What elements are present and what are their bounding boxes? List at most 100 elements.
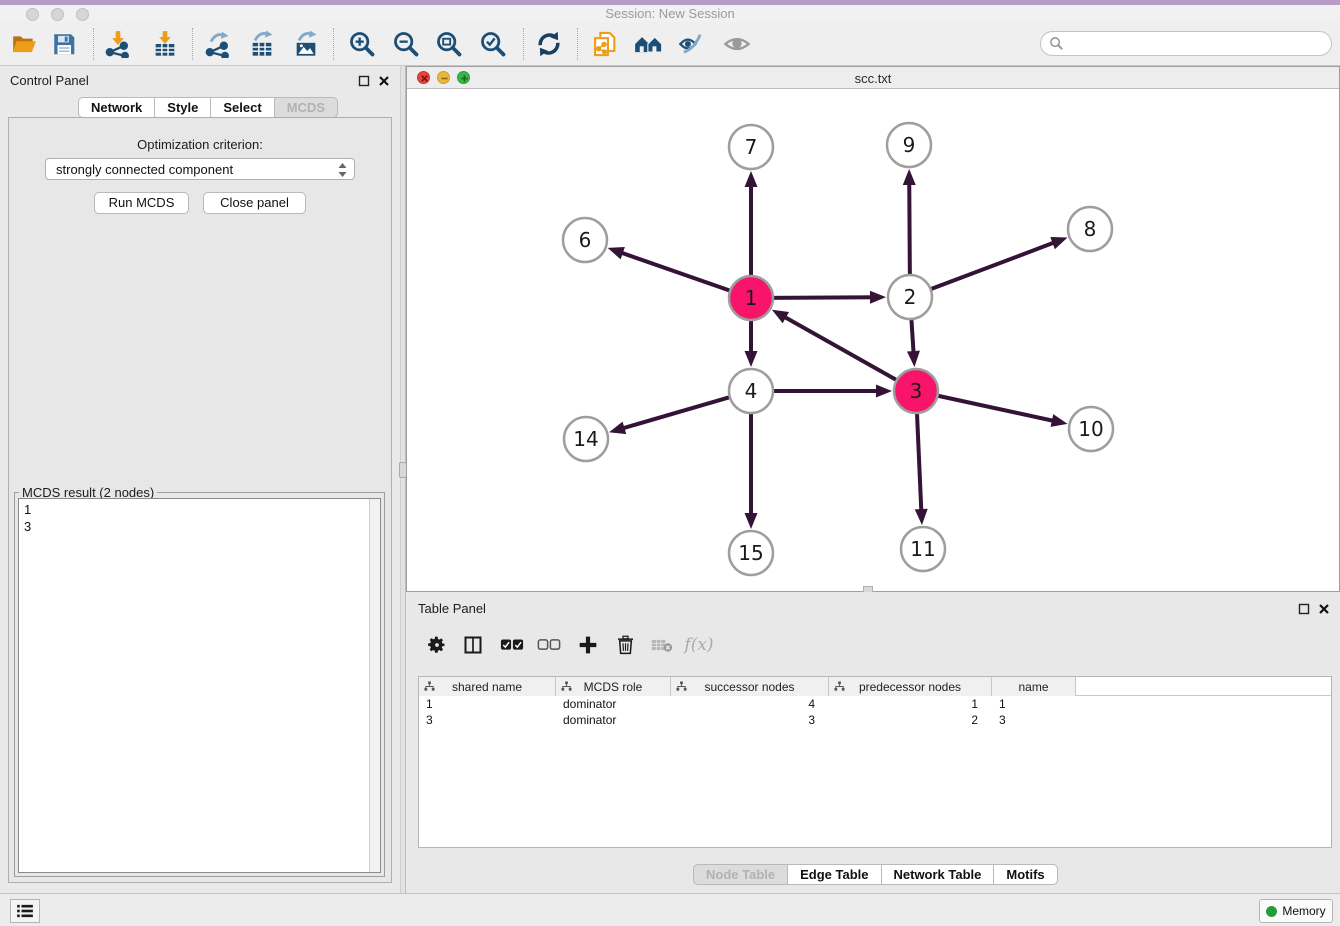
edge-arrowhead — [915, 509, 928, 525]
close-panel-icon[interactable] — [378, 74, 390, 92]
export-image-button[interactable] — [288, 27, 324, 61]
export-table-button[interactable] — [244, 27, 280, 61]
mcds-result-list[interactable]: 13 — [18, 498, 381, 873]
zoom-in-button[interactable] — [344, 27, 380, 61]
delete-column-button[interactable] — [608, 628, 642, 662]
column-header-label: name — [1018, 680, 1048, 694]
select-stepper-icon — [337, 162, 348, 181]
tab-style[interactable]: Style — [154, 97, 211, 118]
edge-arrowhead — [608, 247, 625, 259]
edge-arrowhead — [1051, 414, 1068, 427]
column-header-name[interactable]: name — [992, 677, 1076, 696]
zoom-out-icon — [392, 30, 420, 58]
mcds-result-scrollbar[interactable] — [369, 499, 380, 872]
export-network-button[interactable] — [200, 27, 236, 61]
close-table-panel-icon[interactable] — [1318, 602, 1330, 620]
export-table-icon — [248, 30, 276, 58]
optimization-criterion-select[interactable]: strongly connected component — [45, 158, 355, 180]
tab-mcds[interactable]: MCDS — [274, 97, 338, 118]
network-canvas[interactable]: 7968124314101511 — [407, 89, 1339, 591]
tab-select[interactable]: Select — [210, 97, 274, 118]
graph-node-label: 4 — [745, 379, 758, 403]
import-table-button[interactable] — [147, 27, 183, 61]
houses-icon — [634, 30, 664, 58]
close-panel-button[interactable]: Close panel — [203, 192, 306, 214]
edge-3-10[interactable] — [936, 395, 1059, 422]
run-mcds-button[interactable]: Run MCDS — [94, 192, 189, 214]
edge-1-2[interactable] — [771, 297, 877, 298]
float-panel-icon[interactable] — [358, 74, 370, 92]
zoom-out-button[interactable] — [388, 27, 424, 61]
tab-edge-table[interactable]: Edge Table — [787, 864, 881, 885]
table-cell: dominator — [556, 696, 671, 712]
zoom-selected-button[interactable] — [475, 27, 511, 61]
add-column-button[interactable] — [571, 628, 605, 662]
delete-table-button — [645, 628, 679, 662]
plus-icon — [578, 635, 598, 655]
edge-2-8[interactable] — [929, 241, 1059, 290]
edge-3-11[interactable] — [917, 411, 922, 516]
table-row[interactable]: 1dominator411 — [419, 696, 1331, 712]
edge-2-9[interactable] — [909, 178, 910, 277]
table-settings-button[interactable] — [420, 628, 454, 662]
zoom-selected-icon — [479, 30, 507, 58]
status-bar: Memory — [0, 893, 1340, 926]
tab-node-table[interactable]: Node Table — [693, 864, 788, 885]
memory-button[interactable]: Memory — [1259, 899, 1333, 923]
control-panel-title: Control Panel — [10, 73, 89, 88]
column-header-label: predecessor nodes — [859, 680, 961, 694]
selected-option-label: strongly connected component — [56, 162, 233, 177]
float-table-panel-icon[interactable] — [1298, 602, 1310, 620]
tab-motifs[interactable]: Motifs — [993, 864, 1057, 885]
show-columns-button[interactable] — [456, 628, 490, 662]
trash-icon — [616, 635, 635, 655]
edge-3-1[interactable] — [780, 314, 899, 381]
show-panels-button[interactable] — [10, 899, 40, 923]
gear-icon — [427, 635, 447, 655]
optimization-criterion-label: Optimization criterion: — [0, 137, 400, 152]
column-header-MCDS-role[interactable]: MCDS role — [556, 677, 671, 696]
search-input[interactable] — [1064, 33, 1331, 54]
list-icon — [16, 904, 34, 918]
export-image-icon — [292, 30, 320, 58]
toolbar-separator — [577, 28, 578, 60]
refresh-icon — [535, 30, 563, 58]
clone-network-icon — [591, 30, 619, 58]
show-all-networks-button[interactable] — [631, 27, 667, 61]
zoom-fit-button[interactable] — [431, 27, 467, 61]
save-session-button[interactable] — [46, 27, 82, 61]
table-row[interactable]: 3dominator323 — [419, 712, 1331, 728]
edge-arrowhead — [745, 351, 758, 367]
edge-4-14[interactable] — [618, 397, 732, 430]
refresh-button[interactable] — [531, 27, 567, 61]
mcds-result-item: 3 — [24, 518, 375, 535]
network-window-titlebar: scc.txt — [407, 67, 1339, 89]
toolbar-separator — [93, 28, 94, 60]
edge-1-6[interactable] — [616, 251, 732, 292]
table-cell: 1 — [829, 696, 992, 712]
column-header-label: successor nodes — [704, 680, 794, 694]
edge-arrowhead — [745, 171, 758, 187]
table-cell: 3 — [992, 712, 1076, 728]
memory-label: Memory — [1282, 904, 1325, 918]
column-header-shared-name[interactable]: shared name — [419, 677, 556, 696]
window-title: Session: New Session — [0, 6, 1340, 21]
hide-selected-button[interactable] — [674, 27, 710, 61]
control-panel-tabs: NetworkStyleSelectMCDS — [78, 97, 338, 118]
search-icon — [1049, 36, 1064, 51]
tab-network-table[interactable]: Network Table — [881, 864, 995, 885]
column-type-icon — [834, 681, 845, 692]
clone-network-button[interactable] — [587, 27, 623, 61]
table-cell: 1 — [992, 696, 1076, 712]
deselect-all-button[interactable] — [532, 628, 566, 662]
tab-network[interactable]: Network — [78, 97, 155, 118]
edge-arrowhead — [907, 351, 920, 367]
import-network-button[interactable] — [100, 27, 136, 61]
open-session-button[interactable] — [6, 27, 42, 61]
mcds-result-group: MCDS result (2 nodes) 13 — [14, 492, 385, 877]
column-header-successor-nodes[interactable]: successor nodes — [671, 677, 829, 696]
column-header-predecessor-nodes[interactable]: predecessor nodes — [829, 677, 992, 696]
select-all-button[interactable] — [495, 628, 529, 662]
mcds-result-item: 1 — [24, 501, 375, 518]
toolbar-separator — [192, 28, 193, 60]
